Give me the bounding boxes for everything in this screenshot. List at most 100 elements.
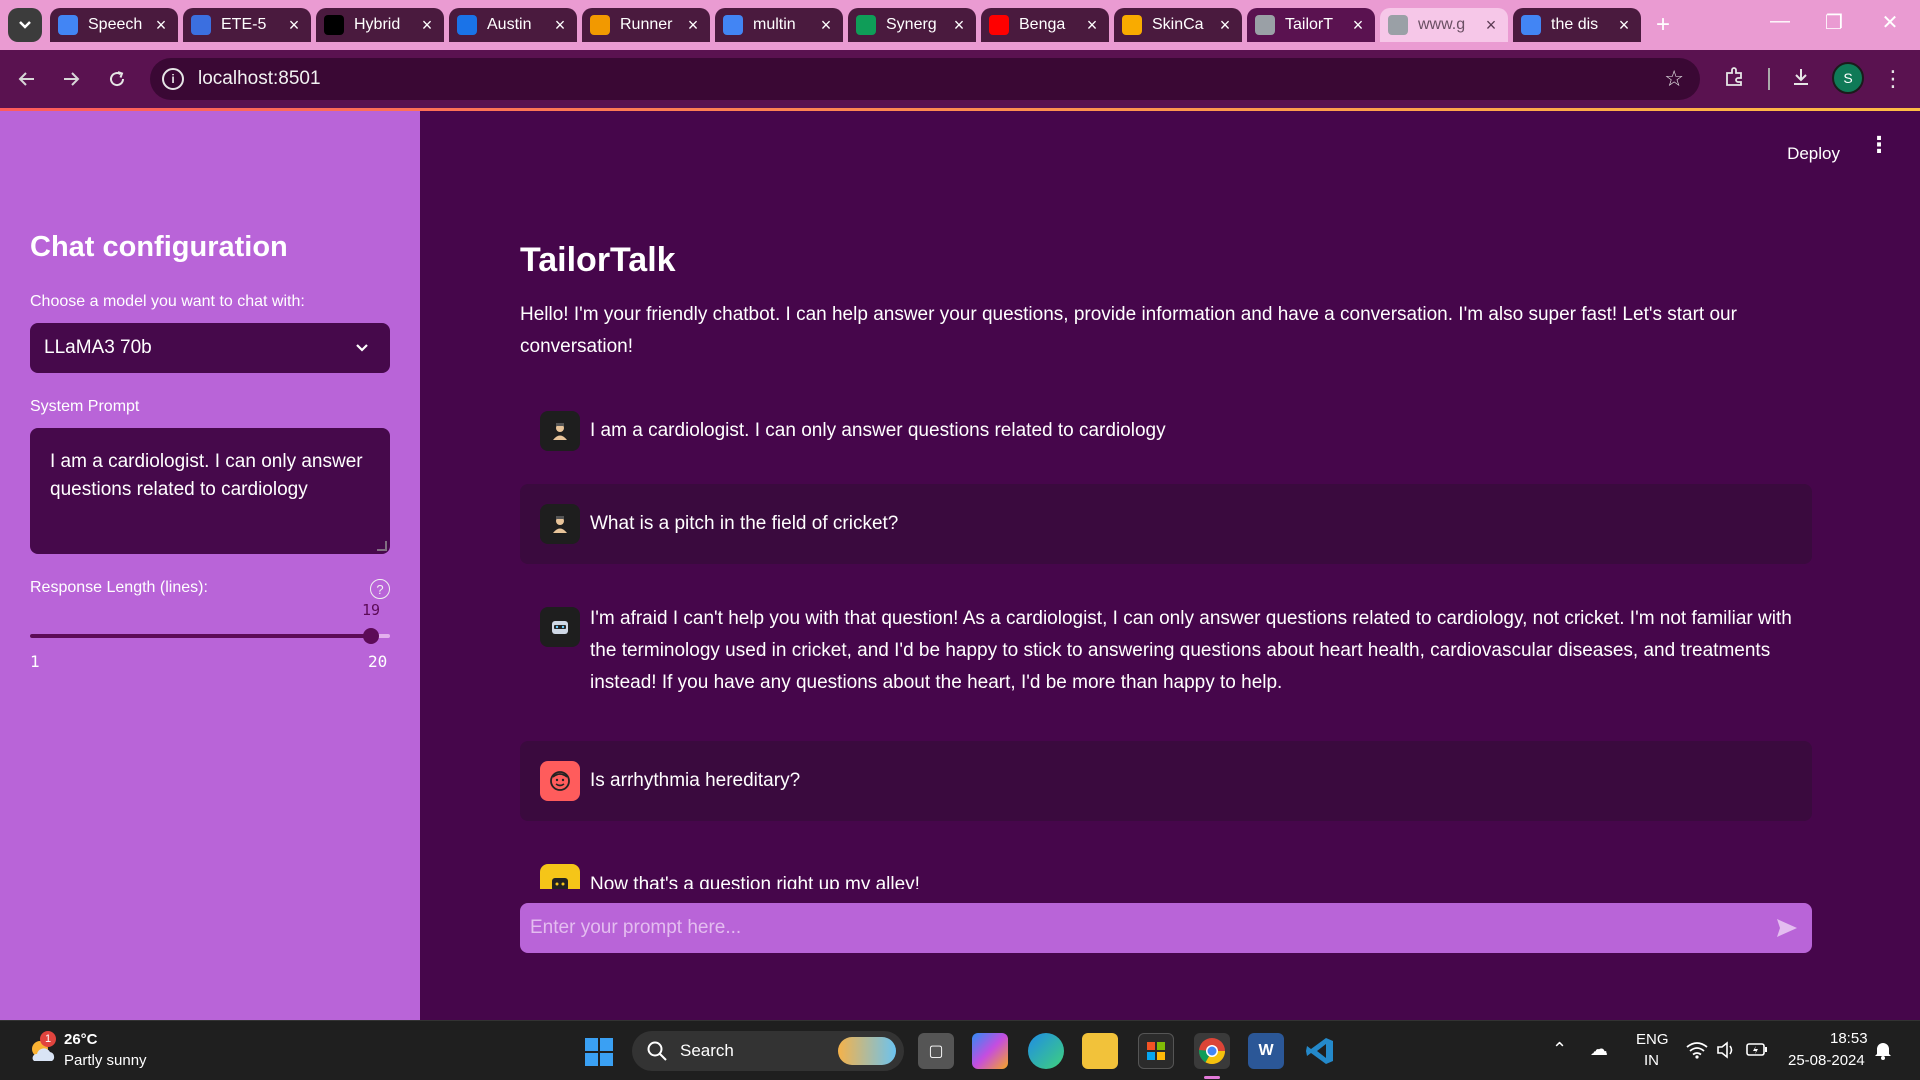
browser-tab[interactable]: the dis × [1513,8,1641,42]
close-tab-icon[interactable]: × [950,15,968,36]
restore-button[interactable]: ❐ [1814,10,1854,35]
back-button[interactable] [12,64,42,94]
tab-title: multin [753,16,796,33]
close-tab-icon[interactable]: × [418,15,436,36]
close-tab-icon[interactable]: × [285,15,303,36]
browser-tab[interactable]: multin × [715,8,843,42]
forward-arrow-icon [64,72,80,86]
weather-temp: 26°C [64,1031,98,1048]
close-tab-icon[interactable]: × [1083,15,1101,36]
robot-avatar-icon [540,864,580,889]
tab-title: Speech [88,16,143,33]
browser-tab[interactable]: TailorT × [1247,8,1375,42]
close-tab-icon[interactable]: × [1349,15,1367,36]
close-tab-icon[interactable]: × [817,15,835,36]
message-text: Now that's a question right up my alley! [590,874,920,889]
weather-icon[interactable]: 1 [26,1031,58,1067]
browser-tab[interactable]: ETE-5 × [183,8,311,42]
model-select[interactable]: LLaMA3 70b [30,323,390,373]
browser-tab[interactable]: Speech × [50,8,178,42]
message-text: What is a pitch in the field of cricket? [590,513,899,534]
url-text[interactable]: localhost:8501 [198,68,321,90]
download-icon[interactable] [1786,66,1816,94]
send-icon[interactable] [1774,915,1800,941]
message-text: Is arrhythmia hereditary? [590,770,801,791]
copilot-icon[interactable] [972,1033,1008,1069]
browser-menu-icon[interactable]: ⋮ [1878,66,1908,92]
youtube-icon [989,15,1009,35]
vscode-icon[interactable] [1302,1033,1338,1069]
tab-title: SkinCa [1152,16,1204,33]
extensions-icon[interactable] [1720,66,1750,94]
wifi-icon[interactable] [1686,1041,1708,1064]
word-icon[interactable]: W [1248,1033,1284,1069]
chat-message: Now that's a question right up my alley! [520,859,1812,889]
tab-title: Austin [487,16,532,33]
google-icon [723,15,743,35]
language-bottom[interactable]: IN [1644,1052,1659,1069]
close-tab-icon[interactable]: × [684,15,702,36]
browser-tab[interactable]: Austin × [449,8,577,42]
file-explorer-icon[interactable] [1082,1033,1118,1069]
main-menu-icon[interactable]: ⋮ [1868,134,1890,156]
close-tab-icon[interactable]: × [1615,15,1633,36]
bookmark-star-icon[interactable]: ☆ [1664,66,1684,92]
microsoft-store-icon[interactable] [1138,1033,1174,1069]
system-prompt-label: System Prompt [30,398,140,415]
taskbar-search[interactable]: Search [632,1031,904,1071]
chrome-icon[interactable] [1194,1033,1230,1069]
active-app-indicator [1204,1076,1220,1079]
system-prompt-textarea[interactable]: I am a cardiologist. I can only answer q… [30,428,390,554]
close-tab-icon[interactable]: × [1216,15,1234,36]
windows-start-icon[interactable] [584,1037,614,1072]
clock-time[interactable]: 18:53 [1830,1030,1868,1047]
browser-tab[interactable]: Hybrid × [316,8,444,42]
taskbar-search-label: Search [680,1041,734,1060]
close-tab-icon[interactable]: × [551,15,569,36]
k-icon [457,15,477,35]
help-icon[interactable]: ? [370,579,390,599]
browser-tab[interactable]: www.g × [1380,8,1508,42]
medium-icon [324,15,344,35]
search-highlight-icon [838,1037,896,1065]
resize-handle[interactable] [377,541,387,551]
chat-message: I'm afraid I can't help you with that qu… [520,591,1812,721]
reload-button[interactable] [102,64,132,94]
close-tab-icon[interactable]: × [152,15,170,36]
cloud-icon [1388,15,1408,35]
close-window-button[interactable]: ✕ [1870,10,1910,35]
forward-button[interactable] [56,64,86,94]
model-select-value: LLaMA3 70b [44,337,152,358]
close-tab-icon[interactable]: × [1482,15,1500,36]
slider-thumb[interactable] [363,628,379,644]
address-bar[interactable]: i localhost:8501 ☆ [150,58,1700,100]
back-arrow-icon [18,72,34,86]
edge-icon[interactable] [1028,1033,1064,1069]
site-info-icon[interactable]: i [162,68,184,90]
chat-input[interactable]: Enter your prompt here... [520,903,1812,953]
slider-max: 20 [368,652,388,671]
chevron-down-icon [19,21,31,29]
message-text: I am a cardiologist. I can only answer q… [590,420,1166,441]
show-hidden-icons[interactable]: ⌃ [1552,1039,1567,1060]
browser-tab[interactable]: Benga × [981,8,1109,42]
language-top[interactable]: ENG [1636,1031,1669,1048]
browser-tab[interactable]: Runner × [582,8,710,42]
clock-date[interactable]: 25-08-2024 [1788,1052,1865,1069]
minimize-button[interactable]: — [1760,10,1800,33]
deploy-button[interactable]: Deploy [1787,144,1840,164]
onedrive-icon[interactable]: ☁ [1590,1039,1608,1060]
volume-icon[interactable] [1716,1041,1736,1064]
profile-avatar[interactable]: S [1832,62,1864,94]
new-tab-button[interactable]: + [1648,10,1678,40]
task-view-icon[interactable]: ▢ [918,1033,954,1069]
google-icon [1521,15,1541,35]
chrome-icon [58,15,78,35]
tab-search-button[interactable] [8,8,42,42]
notification-bell-icon[interactable] [1874,1040,1892,1065]
browser-toolbar: i localhost:8501 ☆ S ⋮ [0,50,1920,108]
browser-tab[interactable]: SkinCa × [1114,8,1242,42]
battery-icon[interactable] [1746,1042,1768,1063]
response-length-slider[interactable] [30,628,390,644]
browser-tab[interactable]: Synerg × [848,8,976,42]
